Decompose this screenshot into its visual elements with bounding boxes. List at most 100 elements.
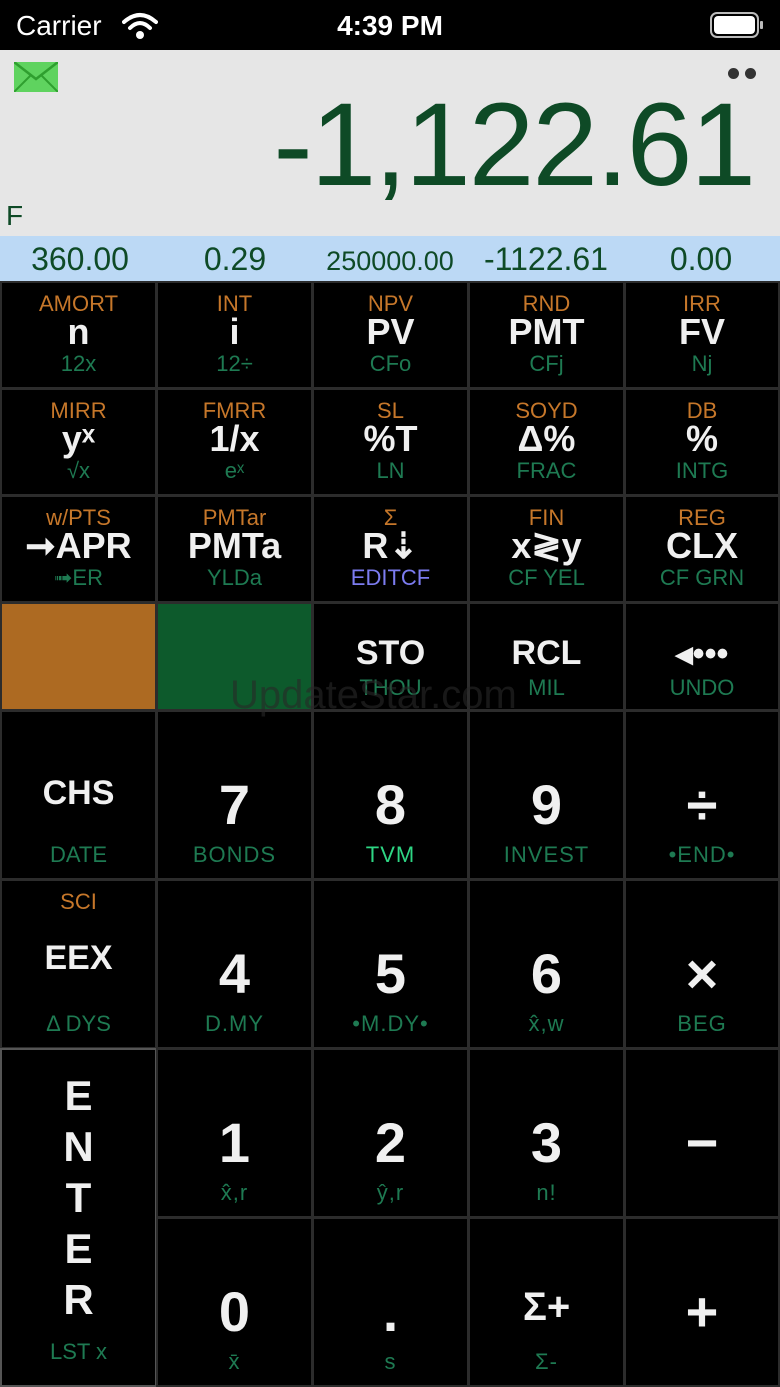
key-label: STO [355, 634, 426, 672]
key-label: R⇣ [362, 525, 419, 566]
key-label: ENTER [63, 1072, 94, 1323]
key-label: yˣ [61, 418, 96, 459]
key-sto[interactable]: STO THOU [312, 602, 469, 711]
key-label: ÷ [686, 773, 718, 836]
key-7[interactable]: 7 BONDS [156, 710, 313, 880]
display-value: -1,122.61 [273, 79, 756, 211]
key-label-g: EDITCF [350, 565, 431, 590]
key-label-g: √x [66, 458, 91, 483]
key-add[interactable]: + [624, 1217, 780, 1387]
key-backspace[interactable]: ◂••• UNDO [624, 602, 780, 711]
key-decimal[interactable]: . s [312, 1217, 469, 1387]
key-label-g: THOU [359, 675, 422, 700]
key-label-g: 12÷ [216, 351, 253, 376]
key-0[interactable]: 0 x̄ [156, 1217, 313, 1387]
key-label-g: x̂,w [528, 1011, 565, 1036]
key-roll-down[interactable]: Σ R⇣ EDITCF [312, 495, 469, 603]
key-label-f: SCI [60, 889, 97, 914]
key-label: EEX [44, 939, 113, 977]
key-9[interactable]: 9 INVEST [468, 710, 625, 880]
key-label-g: MIL [528, 675, 565, 700]
key-n[interactable]: AMORT n 12x [0, 281, 157, 389]
key-chs[interactable]: CHS DATE [0, 710, 157, 880]
mail-icon[interactable] [14, 62, 58, 92]
register-pv: 250000.00 [326, 246, 454, 276]
register-bar: 360.00 0.29 250000.00 -1122.61 0.00 [0, 236, 780, 281]
key-label-g: x̂,r [220, 1180, 249, 1205]
key-divide[interactable]: ÷ •END• [624, 710, 780, 880]
key-2[interactable]: 2 ŷ,r [312, 1048, 469, 1218]
key-label: RCL [511, 634, 582, 672]
key-percent-total[interactable]: SL %T LN [312, 388, 469, 496]
key-label: CLX [666, 525, 738, 566]
key-label-g: ➟ER [54, 565, 103, 590]
key-label: . [382, 1280, 399, 1343]
key-label: 0 [218, 1280, 251, 1343]
key-label: 7 [218, 773, 251, 836]
backspace-icon: ◂••• [675, 635, 729, 673]
key-1[interactable]: 1 x̂,r [156, 1048, 313, 1218]
key-label: Δ% [517, 418, 576, 459]
key-label-g: •M.DY• [352, 1011, 429, 1036]
key-apr[interactable]: w/PTS ➞APR ➟ER [0, 495, 157, 603]
key-label-g: UNDO [669, 675, 735, 700]
key-label-g: CF YEL [508, 565, 585, 590]
key-label: % [685, 418, 718, 459]
calculator-display: -1,122.61 F [0, 50, 780, 236]
key-swap[interactable]: FIN x≷y CF YEL [468, 495, 625, 603]
key-multiply[interactable]: × BEG [624, 879, 780, 1049]
key-f-shift[interactable] [0, 602, 157, 711]
key-label: − [685, 1111, 719, 1174]
key-y-to-x[interactable]: MIRR yˣ √x [0, 388, 157, 496]
key-label: PMTa [187, 525, 282, 566]
key-label-g: BEG [677, 1011, 727, 1036]
key-3[interactable]: 3 n! [468, 1048, 625, 1218]
register-fv: 0.00 [669, 241, 733, 277]
key-label-g: Nj [691, 351, 713, 376]
status-bar: Carrier 4:39 PM [0, 0, 780, 50]
key-8[interactable]: 8 TVM [312, 710, 469, 880]
key-i[interactable]: INT i 12÷ [156, 281, 313, 389]
key-delta-percent[interactable]: SOYD Δ% FRAC [468, 388, 625, 496]
key-label-g: x̄ [228, 1349, 241, 1374]
key-pmta[interactable]: PMTar PMTa YLDa [156, 495, 313, 603]
key-label-g: s [384, 1349, 397, 1374]
key-clx[interactable]: REG CLX CF GRN [624, 495, 780, 603]
key-label-g: n! [536, 1180, 557, 1205]
more-options-icon[interactable] [728, 66, 758, 80]
key-fv[interactable]: IRR FV Nj [624, 281, 780, 389]
key-g-shift[interactable] [156, 602, 313, 711]
key-rcl[interactable]: RCL MIL [468, 602, 625, 711]
key-6[interactable]: 6 x̂,w [468, 879, 625, 1049]
key-eex[interactable]: SCI EEX Δ DYS [0, 879, 157, 1049]
key-sigma-plus[interactable]: Σ+ Σ- [468, 1217, 625, 1387]
key-percent[interactable]: DB % INTG [624, 388, 780, 496]
key-label: i [229, 311, 240, 352]
key-label-g: FRAC [516, 458, 577, 483]
key-label: 6 [530, 942, 563, 1005]
key-4[interactable]: 4 D.MY [156, 879, 313, 1049]
key-label: ➞APR [25, 525, 132, 566]
key-label: %T [363, 418, 418, 459]
key-label: 2 [374, 1111, 407, 1174]
key-label: Σ+ [522, 1285, 571, 1329]
key-label: PV [366, 311, 415, 352]
f-indicator: F [6, 200, 24, 231]
key-pv[interactable]: NPV PV CFo [312, 281, 469, 389]
key-label: x≷y [511, 525, 582, 566]
key-label-g: LST x [49, 1339, 108, 1364]
key-label: n [67, 311, 90, 352]
key-label-g: Δ DYS [46, 1011, 111, 1036]
key-pmt[interactable]: RND PMT CFj [468, 281, 625, 389]
clock: 4:39 PM [337, 10, 443, 41]
key-label: PMT [508, 311, 585, 352]
key-reciprocal[interactable]: FMRR 1/x eˣ [156, 388, 313, 496]
key-5[interactable]: 5 •M.DY• [312, 879, 469, 1049]
register-i: 0.29 [203, 241, 267, 277]
key-label-g: INVEST [503, 842, 590, 867]
key-subtract[interactable]: − [624, 1048, 780, 1218]
key-enter[interactable]: ENTER LST x [0, 1048, 157, 1387]
key-label-g: YLDa [206, 565, 263, 590]
key-label: CHS [42, 774, 115, 812]
key-label: FV [678, 311, 725, 352]
